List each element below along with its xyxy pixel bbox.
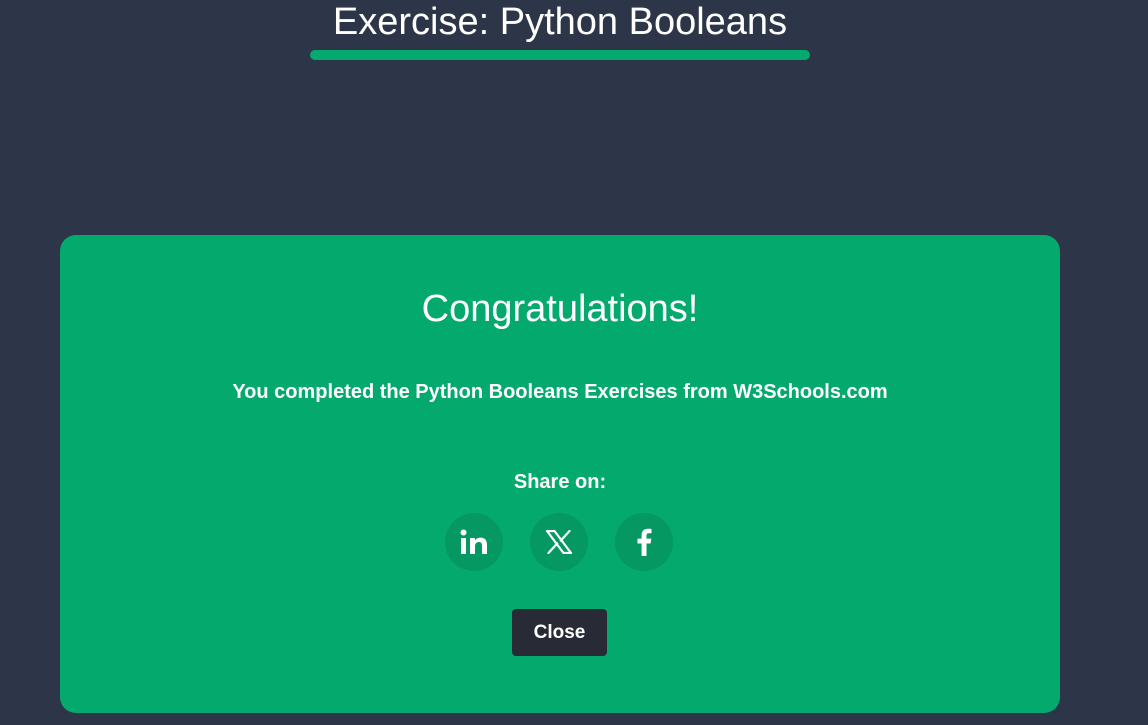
facebook-icon <box>636 528 652 556</box>
linkedin-icon <box>460 529 488 555</box>
share-linkedin-button[interactable] <box>445 513 503 571</box>
title-underline <box>310 50 810 60</box>
congratulations-modal: Congratulations! You completed the Pytho… <box>60 235 1060 713</box>
share-x-button[interactable] <box>530 513 588 571</box>
x-icon <box>546 530 572 554</box>
close-button[interactable]: Close <box>512 609 607 656</box>
share-facebook-button[interactable] <box>615 513 673 571</box>
page-title: Exercise: Python Booleans <box>332 1 788 43</box>
share-label: Share on: <box>513 471 607 493</box>
page: Exercise: Python Booleans Congratulation… <box>0 0 1148 725</box>
share-buttons <box>445 513 675 571</box>
modal-heading: Congratulations! <box>421 288 699 330</box>
completion-message: You completed the Python Booleans Exerci… <box>232 381 888 403</box>
